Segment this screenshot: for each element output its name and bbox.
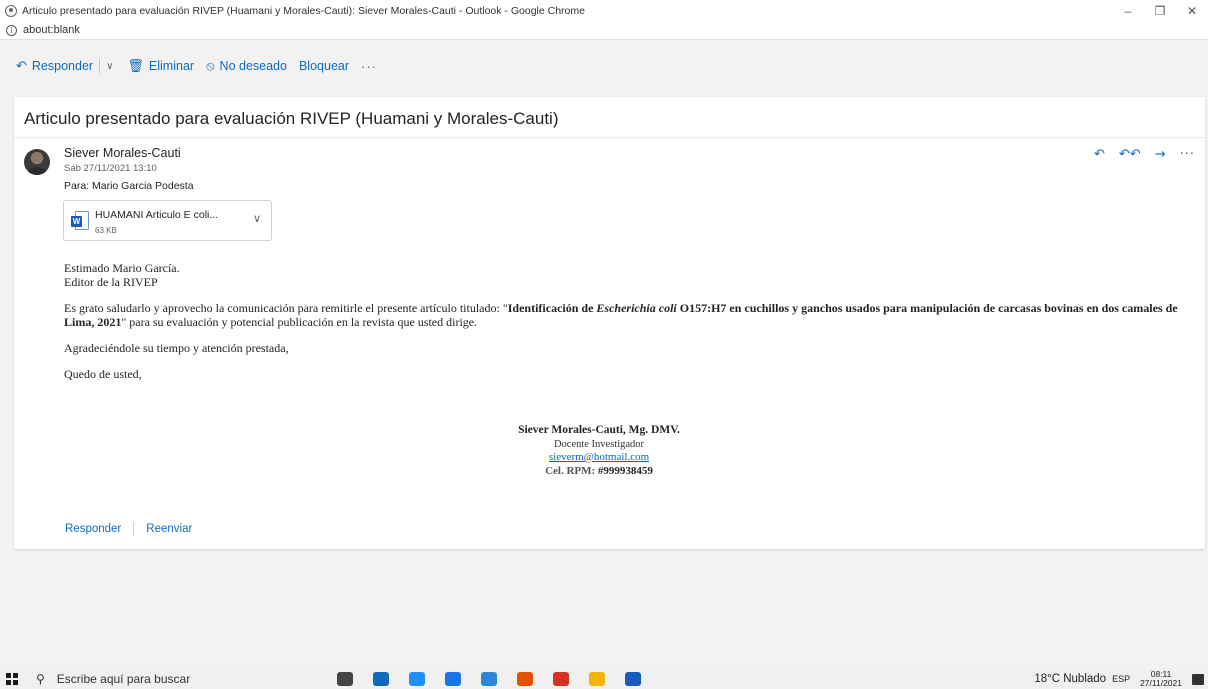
browser-title-bar: Articulo presentado para evaluación RIVE… xyxy=(0,0,1208,21)
chrome-icon xyxy=(5,4,17,17)
taskbar-apps xyxy=(336,672,641,686)
search-icon[interactable]: ⚲ xyxy=(36,672,45,686)
word-app-icon[interactable] xyxy=(624,672,641,686)
email-signature: Siever Morales-Cauti, Mg. DMV. Docente I… xyxy=(449,424,749,478)
reply-label: Responder xyxy=(31,59,94,73)
delete-label: Eliminar xyxy=(148,59,195,73)
body-paragraph: Es grato saludarlo y aprovecho la comuni… xyxy=(64,301,1178,329)
windows-taskbar: ⚲ Escribe aquí para buscar 18°C Nublado … xyxy=(0,669,1208,689)
file-explorer-icon[interactable] xyxy=(588,672,605,686)
language-indicator[interactable]: ESP xyxy=(1112,674,1130,684)
address-bar[interactable]: i about:blank xyxy=(0,21,1208,40)
close-button[interactable]: ✕ xyxy=(1176,0,1208,21)
maximize-button[interactable]: ❐ xyxy=(1144,0,1176,21)
reply-options-chevron-icon[interactable]: ∨ xyxy=(106,61,113,72)
reply-icon: ↶ xyxy=(16,58,27,74)
subject-divider xyxy=(14,137,1205,138)
sender-name[interactable]: Siever Morales-Cauti xyxy=(64,146,181,160)
footer-reply-button[interactable]: Responder xyxy=(65,523,121,535)
greeting-line: Editor de la RIVEP xyxy=(64,275,158,289)
junk-label: No deseado xyxy=(219,59,287,73)
delete-button[interactable]: 🗑 Eliminar xyxy=(127,59,194,74)
edge-dev-app-icon[interactable] xyxy=(480,672,497,686)
body-paragraph: Agradeciéndole su tiempo y atención pres… xyxy=(64,341,289,355)
address-text[interactable]: about:blank xyxy=(23,24,80,36)
message-date: Sáb 27/11/2021 13:10 xyxy=(64,163,157,174)
info-icon[interactable]: i xyxy=(6,24,17,36)
signature-name: Siever Morales-Cauti, Mg. DMV. xyxy=(518,424,680,436)
reply-all-icon[interactable]: ↶↶ xyxy=(1119,147,1141,162)
footer-forward-button[interactable]: Reenviar xyxy=(146,523,192,535)
store-app-icon[interactable] xyxy=(444,672,461,686)
system-tray: 18°C Nublado ESP 08:11 27/11/2021 xyxy=(1034,669,1204,689)
more-actions-icon[interactable]: ··· xyxy=(1180,147,1195,162)
message-toolbar: ↶ Responder ∨ 🗑 Eliminar ⦸ No deseado Bl… xyxy=(0,40,1208,92)
reply-button[interactable]: ↶ Responder xyxy=(16,59,93,74)
word-document-icon: W xyxy=(71,211,89,231)
recipient-line: Para: Mario Garcia Podesta xyxy=(64,180,194,192)
message-subject: Articulo presentado para evaluación RIVE… xyxy=(24,109,559,128)
trash-icon: 🗑 xyxy=(127,58,144,74)
message-body: Estimado Mario García. Editor de la RIVE… xyxy=(64,261,1189,393)
attachment-size: 63 KB xyxy=(95,226,117,235)
body-paragraph: Quedo de usted, xyxy=(64,367,142,381)
message-footer-actions: Responder Reenviar xyxy=(65,522,192,536)
forward-icon[interactable]: → xyxy=(1155,147,1166,162)
more-options-icon[interactable]: ··· xyxy=(361,59,377,74)
block-button[interactable]: Bloquear xyxy=(299,59,349,73)
toolbar-divider xyxy=(99,59,101,73)
attachment-card[interactable]: W HUAMANI Articulo E coli... 63 KB ∨ xyxy=(63,200,272,241)
message-actions: ↶ ↶↶ → ··· xyxy=(1094,147,1195,162)
junk-button[interactable]: ⦸ No deseado xyxy=(206,59,287,74)
greeting-line: Estimado Mario García. xyxy=(64,261,180,275)
signature-phone: Cel. RPM: #999938459 xyxy=(545,464,653,477)
chrome-app-icon[interactable] xyxy=(552,672,569,686)
notification-icon[interactable] xyxy=(1192,673,1204,685)
signature-role: Docente Investigador xyxy=(553,438,645,450)
signature-email-link[interactable]: sieverm@hotmail.com xyxy=(449,451,749,465)
windows-start-icon[interactable] xyxy=(6,673,22,685)
clock[interactable]: 08:11 27/11/2021 xyxy=(1140,670,1182,688)
sender-avatar[interactable] xyxy=(24,149,50,175)
weather-widget[interactable]: 18°C Nublado xyxy=(1034,673,1106,685)
app-icon[interactable] xyxy=(516,672,533,686)
block-circle-icon: ⦸ xyxy=(206,58,215,74)
edge-app-icon[interactable] xyxy=(408,672,425,686)
attachment-name: HUAMANI Articulo E coli... xyxy=(95,209,219,221)
minimize-button[interactable]: – xyxy=(1112,0,1144,21)
taskbar-search-input[interactable]: Escribe aquí para buscar xyxy=(57,672,327,686)
mail-app-icon[interactable] xyxy=(372,672,389,686)
reply-icon[interactable]: ↶ xyxy=(1094,147,1105,162)
clock-date: 27/11/2021 xyxy=(1140,678,1182,688)
window-title: Articulo presentado para evaluación RIVE… xyxy=(22,4,585,17)
message-card: Articulo presentado para evaluación RIVE… xyxy=(14,97,1205,549)
task-view-icon[interactable] xyxy=(336,672,353,686)
window-controls: – ❐ ✕ xyxy=(1112,0,1208,21)
attachment-menu-chevron-icon[interactable]: ∨ xyxy=(253,212,261,225)
footer-divider xyxy=(133,522,135,536)
block-label: Bloquear xyxy=(298,59,350,73)
